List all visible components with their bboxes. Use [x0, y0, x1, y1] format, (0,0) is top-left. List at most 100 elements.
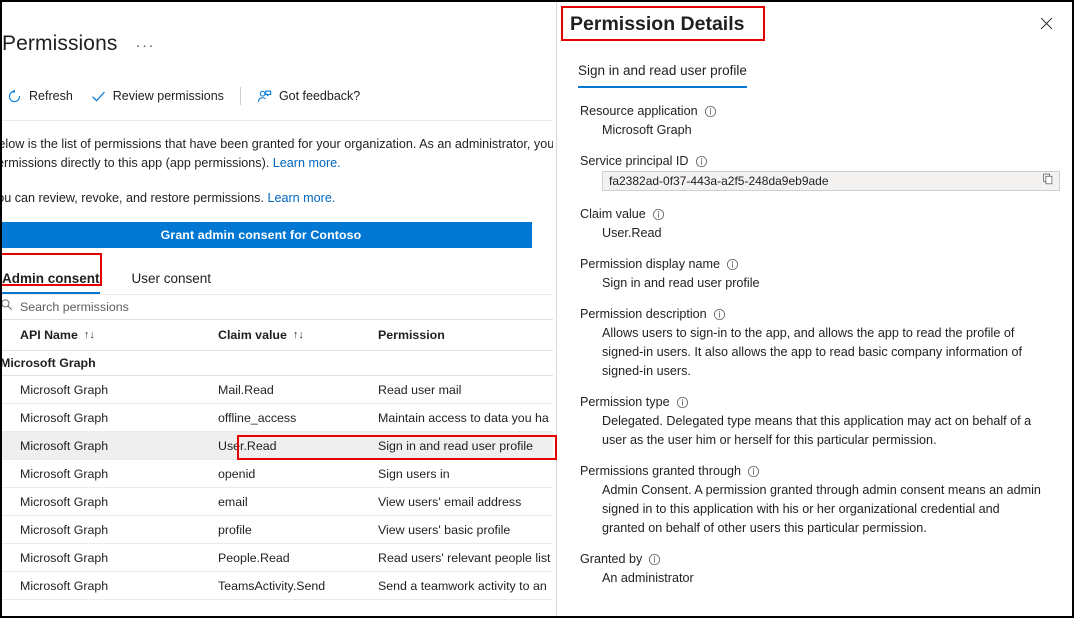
cell-permission: View users' basic profile	[378, 522, 511, 537]
learn-more-link-1[interactable]: Learn more.	[273, 156, 341, 170]
refresh-button[interactable]: Refresh	[2, 81, 82, 111]
field-service-principal-id: Service principal ID	[580, 154, 1060, 191]
permission-details-panel: Permission Details Sign in and read user…	[558, 2, 1072, 616]
table-row[interactable]: Microsoft Graph Mail.Read Read user mail	[2, 376, 553, 404]
info-icon[interactable]	[747, 465, 760, 478]
learn-more-link-2[interactable]: Learn more.	[267, 191, 335, 205]
cell-claim-value: email	[218, 494, 248, 509]
cell-claim-value: User.Read	[218, 438, 277, 453]
cell-permission: Send a teamwork activity to an	[378, 578, 547, 593]
description-line-3-text: You can review, revoke, and restore perm…	[2, 191, 268, 205]
column-header-permission[interactable]: Permission	[378, 328, 548, 342]
table-row[interactable]: Microsoft Graph offline_access Maintain …	[2, 404, 553, 432]
field-permission-description: Permission description Allows users to s…	[580, 307, 1058, 381]
details-pivot-item[interactable]: Sign in and read user profile	[578, 63, 747, 88]
info-icon[interactable]	[676, 396, 689, 409]
info-icon[interactable]	[704, 105, 717, 118]
field-label-text: Permission display name	[580, 257, 720, 271]
close-icon	[1040, 17, 1053, 35]
info-icon[interactable]	[648, 553, 661, 566]
review-permissions-label: Review permissions	[112, 89, 224, 103]
column-header-api-name[interactable]: API Name ↑↓	[2, 328, 218, 342]
tab-user-consent[interactable]: User consent	[110, 271, 222, 294]
service-principal-id-input[interactable]	[603, 174, 1037, 188]
field-label-text: Permissions granted through	[580, 464, 742, 478]
table-header-row: API Name ↑↓ Claim value ↑↓ Permission	[2, 320, 553, 351]
info-icon[interactable]	[695, 155, 708, 168]
table-row[interactable]: Microsoft Graph People.Read Read users' …	[2, 544, 553, 572]
description-line-1-text: Below is the list of permissions that ha…	[2, 137, 553, 151]
description-line-2-text: permissions directly to this app (app pe…	[2, 156, 273, 170]
cell-permission: Sign users in	[378, 466, 450, 481]
cell-claim-value: profile	[218, 522, 252, 537]
cell-permission: Sign in and read user profile	[378, 438, 533, 453]
field-claim-value: Claim value User.Read	[580, 207, 1058, 243]
details-header: Permission Details	[558, 2, 1072, 40]
column-header-claim-value[interactable]: Claim value ↑↓	[218, 328, 378, 342]
close-button[interactable]	[1032, 12, 1060, 40]
field-label: Permission display name	[580, 257, 1058, 271]
field-value: Allows users to sign-in to the app, and …	[602, 326, 1023, 378]
table-row[interactable]: Microsoft Graph TeamsActivity.Send Send …	[2, 572, 553, 600]
cell-permission: View users' email address	[378, 494, 522, 509]
info-icon[interactable]	[652, 208, 665, 221]
grant-admin-consent-button[interactable]: Grant admin consent for Contoso	[2, 222, 532, 248]
field-label: Resource application	[580, 104, 1058, 118]
tab-admin-consent[interactable]: Admin consent	[2, 271, 110, 294]
description-line-3: You can review, revoke, and restore perm…	[2, 189, 553, 208]
checkmark-icon	[91, 89, 106, 104]
refresh-icon	[7, 89, 22, 104]
got-feedback-button[interactable]: Got feedback?	[248, 81, 369, 111]
column-header-claim-value-label: Claim value	[218, 328, 287, 342]
field-value: An administrator	[602, 571, 694, 585]
cell-claim-value: openid	[218, 466, 256, 481]
field-value: Sign in and read user profile	[602, 276, 760, 290]
field-label: Claim value	[580, 207, 1058, 221]
field-label-text: Permission description	[580, 307, 707, 321]
cell-api-name: Microsoft Graph	[20, 550, 109, 565]
column-header-permission-label: Permission	[378, 328, 445, 342]
cell-api-name: Microsoft Graph	[20, 410, 109, 425]
table-row[interactable]: Microsoft Graph profile View users' basi…	[2, 516, 553, 544]
feedback-person-icon	[257, 89, 272, 104]
cell-permission: Maintain access to data you ha	[378, 410, 549, 425]
cell-api-name: Microsoft Graph	[20, 522, 109, 537]
search-icon	[2, 298, 13, 316]
field-label-text: Claim value	[580, 207, 646, 221]
table-group-header: Microsoft Graph	[2, 351, 553, 376]
cell-claim-value: TeamsActivity.Send	[218, 578, 326, 593]
service-principal-id-field	[602, 171, 1060, 191]
field-resource-application: Resource application Microsoft Graph	[580, 104, 1058, 140]
cell-api-name: Microsoft Graph	[20, 578, 109, 593]
permissions-table: API Name ↑↓ Claim value ↑↓ Permission Mi…	[2, 320, 553, 616]
field-value: Admin Consent. A permission granted thro…	[602, 483, 1041, 535]
review-permissions-button[interactable]: Review permissions	[82, 81, 233, 111]
info-icon[interactable]	[726, 258, 739, 271]
table-row[interactable]: Microsoft Graph openid Sign users in	[2, 460, 553, 488]
field-label-text: Service principal ID	[580, 154, 689, 168]
table-row[interactable]: Microsoft Graph email View users' email …	[2, 488, 553, 516]
search-input[interactable]	[20, 300, 320, 314]
cell-claim-value: offline_access	[218, 410, 297, 425]
field-label: Permission description	[580, 307, 1058, 321]
column-header-api-name-label: API Name	[20, 328, 78, 342]
table-footer-spacer	[2, 600, 553, 616]
more-options-button[interactable]: ···	[131, 38, 159, 53]
table-row-selected[interactable]: Microsoft Graph User.Read Sign in and re…	[2, 432, 553, 460]
permissions-panel: Permissions ··· Refresh Review permissio…	[2, 2, 553, 616]
details-pivot: Sign in and read user profile	[558, 40, 1072, 88]
details-body: Resource application Microsoft Graph Ser…	[558, 88, 1072, 588]
field-label: Permissions granted through	[580, 464, 1058, 478]
field-label-text: Resource application	[580, 104, 698, 118]
copy-button[interactable]	[1037, 172, 1059, 190]
info-icon[interactable]	[713, 308, 726, 321]
cell-claim-value: People.Read	[218, 550, 290, 565]
field-label-text: Permission type	[580, 395, 670, 409]
cell-permission: Read user mail	[378, 382, 462, 397]
description-line-1: Below is the list of permissions that ha…	[2, 135, 553, 154]
cell-api-name: Microsoft Graph	[20, 494, 109, 509]
copy-icon	[1042, 172, 1054, 190]
search-row	[2, 295, 553, 320]
field-label-text: Granted by	[580, 552, 643, 566]
refresh-label: Refresh	[29, 89, 73, 103]
